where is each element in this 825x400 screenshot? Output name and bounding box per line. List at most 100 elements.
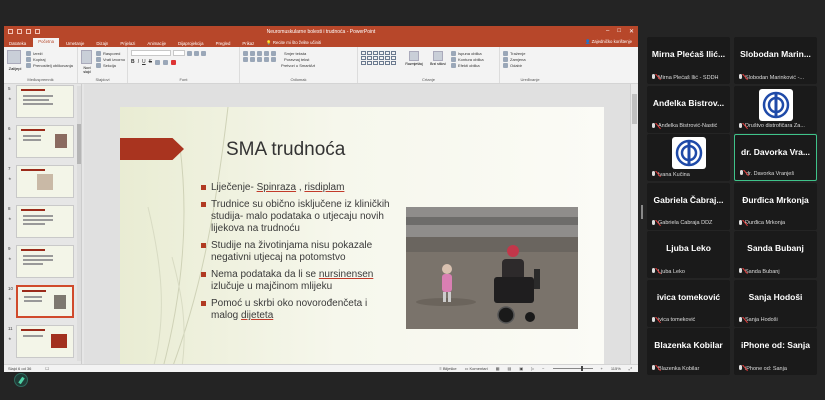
reading-view-icon[interactable]: ▣ <box>519 366 523 371</box>
decrease-indent-icon[interactable] <box>257 50 262 56</box>
thumbnail-row[interactable]: 11 ★ <box>4 324 82 360</box>
grow-font-icon[interactable] <box>187 50 192 56</box>
tab-animations[interactable]: Animacije <box>142 40 171 47</box>
fit-slide-icon[interactable]: ⤢ <box>629 366 632 371</box>
participant-tile[interactable]: dr. Davorka Vra... dr. Davorka Vranješ <box>734 134 817 181</box>
thumbnail-row[interactable]: 8 ★ <box>4 204 82 240</box>
zoom-level[interactable]: 115% <box>611 366 621 371</box>
slide-title[interactable]: SMA trudnoća <box>226 139 345 161</box>
tab-transitions[interactable]: Prijelazi <box>115 40 140 47</box>
slide-thumbnail[interactable] <box>16 325 74 358</box>
thumbnail-row[interactable]: 9 ★ <box>4 244 82 280</box>
close-icon[interactable]: ✕ <box>629 28 634 35</box>
slide-thumbnail-active[interactable] <box>16 285 74 318</box>
arrange-button[interactable]: Razmještaj <box>403 51 425 66</box>
tab-slideshow[interactable]: Dijaprojekcija <box>173 40 209 47</box>
normal-view-icon[interactable]: ▦ <box>496 366 500 371</box>
participant-tile[interactable]: Đurđica Mrkonja Đurđica Mrkonja <box>734 182 817 230</box>
notes-button[interactable]: ≡ Bilješke <box>439 366 456 371</box>
thumbnail-row[interactable]: 6 ★ <box>4 124 82 160</box>
tell-me-search[interactable]: 💡 Recite mi što želite učiniti <box>261 39 326 47</box>
slide-canvas[interactable]: SMA trudnoća Liječenje- Spinraza , risdi… <box>120 107 604 372</box>
share-button[interactable]: 👤 Zajedničko korištenje <box>585 39 632 45</box>
slideshow-view-icon[interactable]: ▷ <box>531 366 534 371</box>
comments-button[interactable]: ▭ Komentari <box>465 366 488 371</box>
font-family-select[interactable] <box>131 50 171 56</box>
align-center-icon[interactable] <box>250 56 255 62</box>
slide-thumbnail[interactable] <box>16 245 74 278</box>
bullets-icon[interactable] <box>243 50 248 56</box>
participant-tile[interactable]: Slobodan Marin... Slobodan Marinković -..… <box>734 37 817 84</box>
participant-tile[interactable]: Anđelka Bistrov... Anđelka Bistrović-Nast… <box>647 85 730 133</box>
thumbnail-row[interactable]: 10 ★ <box>4 284 82 320</box>
participant-tile[interactable]: Ivana Kučina <box>647 134 730 181</box>
shape-fill-button[interactable]: Ispuna oblika <box>451 50 484 56</box>
spellcheck-icon[interactable]: ☐ <box>45 366 49 371</box>
align-left-icon[interactable] <box>243 56 248 62</box>
participant-tile[interactable]: Sanda Bubanj Sanda Bubanj <box>734 231 817 278</box>
slide-thumbnail[interactable] <box>16 85 74 118</box>
tab-home[interactable]: Početna <box>33 38 59 47</box>
slide-thumbnail[interactable] <box>16 205 74 238</box>
reset-button[interactable]: Vrati izvorno <box>96 56 125 62</box>
strikethrough-icon[interactable]: S <box>149 59 152 65</box>
tab-view[interactable]: Prikaz <box>237 40 259 47</box>
annotate-pen-icon[interactable] <box>14 373 28 387</box>
sorter-view-icon[interactable]: ▤ <box>508 366 512 371</box>
participant-name: Ivana Kučina <box>658 171 690 178</box>
slide-thumbnail[interactable] <box>16 165 74 198</box>
participant-tile[interactable]: Društvo distrofičara Za... <box>734 85 817 133</box>
maximize-icon[interactable]: □ <box>617 28 621 35</box>
slide-bullet-list[interactable]: Liječenje- Spinraza , risdiplam Trudnice… <box>201 182 397 327</box>
justify-icon[interactable] <box>264 56 269 62</box>
format-painter-button[interactable]: Prenositelj oblikovanja <box>26 62 73 68</box>
tab-design[interactable]: Dizajn <box>91 40 113 47</box>
bold-icon[interactable]: B <box>131 59 135 65</box>
align-right-icon[interactable] <box>257 56 262 62</box>
columns-icon[interactable] <box>271 56 276 62</box>
participant-tile[interactable]: Gabriela Čabraj... Gabriela Čabraja DDZ <box>647 182 730 230</box>
tab-review[interactable]: Pregled <box>211 40 236 47</box>
increase-indent-icon[interactable] <box>264 50 269 56</box>
italic-icon[interactable]: I <box>138 59 139 65</box>
new-slide-button[interactable]: Novi slajd <box>81 50 93 74</box>
zoom-out-icon[interactable]: − <box>542 366 544 371</box>
text-direction-button[interactable]: Smjer teksta <box>284 51 306 56</box>
zoom-in-icon[interactable]: + <box>601 366 603 371</box>
tab-insert[interactable]: Umetanje <box>61 40 89 47</box>
font-color-icon[interactable] <box>170 59 176 65</box>
paste-button[interactable]: Zalijepi <box>7 50 23 71</box>
minimize-icon[interactable]: – <box>606 28 609 35</box>
panel-resize-handle[interactable] <box>641 205 643 219</box>
slide-photo[interactable] <box>406 207 578 329</box>
numbering-icon[interactable] <box>250 50 255 56</box>
quick-styles-button[interactable]: Brzi stilovi <box>428 51 448 66</box>
thumbnail-row[interactable]: 5 ★ <box>4 84 82 120</box>
select-button[interactable]: Odabir <box>503 62 557 68</box>
section-button[interactable]: Sekcija <box>96 62 125 68</box>
shape-effects-button[interactable]: Efekti oblika <box>451 62 484 68</box>
font-size-select[interactable] <box>173 50 185 56</box>
participant-tile[interactable]: Blazenka Kobilar Blazenka Kobilar <box>647 328 730 375</box>
tab-file[interactable]: Datoteka <box>4 40 31 47</box>
thumbnail-row[interactable]: 7 ★ <box>4 164 82 200</box>
thumbnails-scrollbar[interactable] <box>77 86 81 361</box>
spacing-icon[interactable] <box>154 59 160 65</box>
underline-icon[interactable]: U <box>142 59 146 65</box>
shrink-font-icon[interactable] <box>194 50 199 56</box>
line-spacing-icon[interactable] <box>271 50 276 56</box>
clear-format-icon[interactable] <box>201 50 206 56</box>
slide-thumbnail[interactable] <box>16 125 74 158</box>
participant-tile[interactable]: Mirna Plećaš Ilić... Mirna Plećaš Ilić - … <box>647 37 730 84</box>
participant-tile[interactable]: Ljuba Leko Ljuba Leko <box>647 231 730 278</box>
editor-scrollbar[interactable] <box>630 84 638 364</box>
participant-tile[interactable]: ivica tomeković ivica tomeković <box>647 279 730 327</box>
shape-outline-button[interactable]: Kontura oblika <box>451 56 484 62</box>
shapes-gallery[interactable] <box>361 51 396 65</box>
smartart-button[interactable]: Pretvori u SmartArt <box>281 63 315 68</box>
case-icon[interactable] <box>162 59 168 65</box>
participant-tile[interactable]: Sanja Hodoši Sanja Hodoši <box>734 279 817 327</box>
align-text-button[interactable]: Poravnaj tekst <box>284 57 309 62</box>
zoom-slider[interactable] <box>552 366 593 371</box>
participant-tile[interactable]: iPhone od: Sanja iPhone od: Sanja <box>734 328 817 375</box>
